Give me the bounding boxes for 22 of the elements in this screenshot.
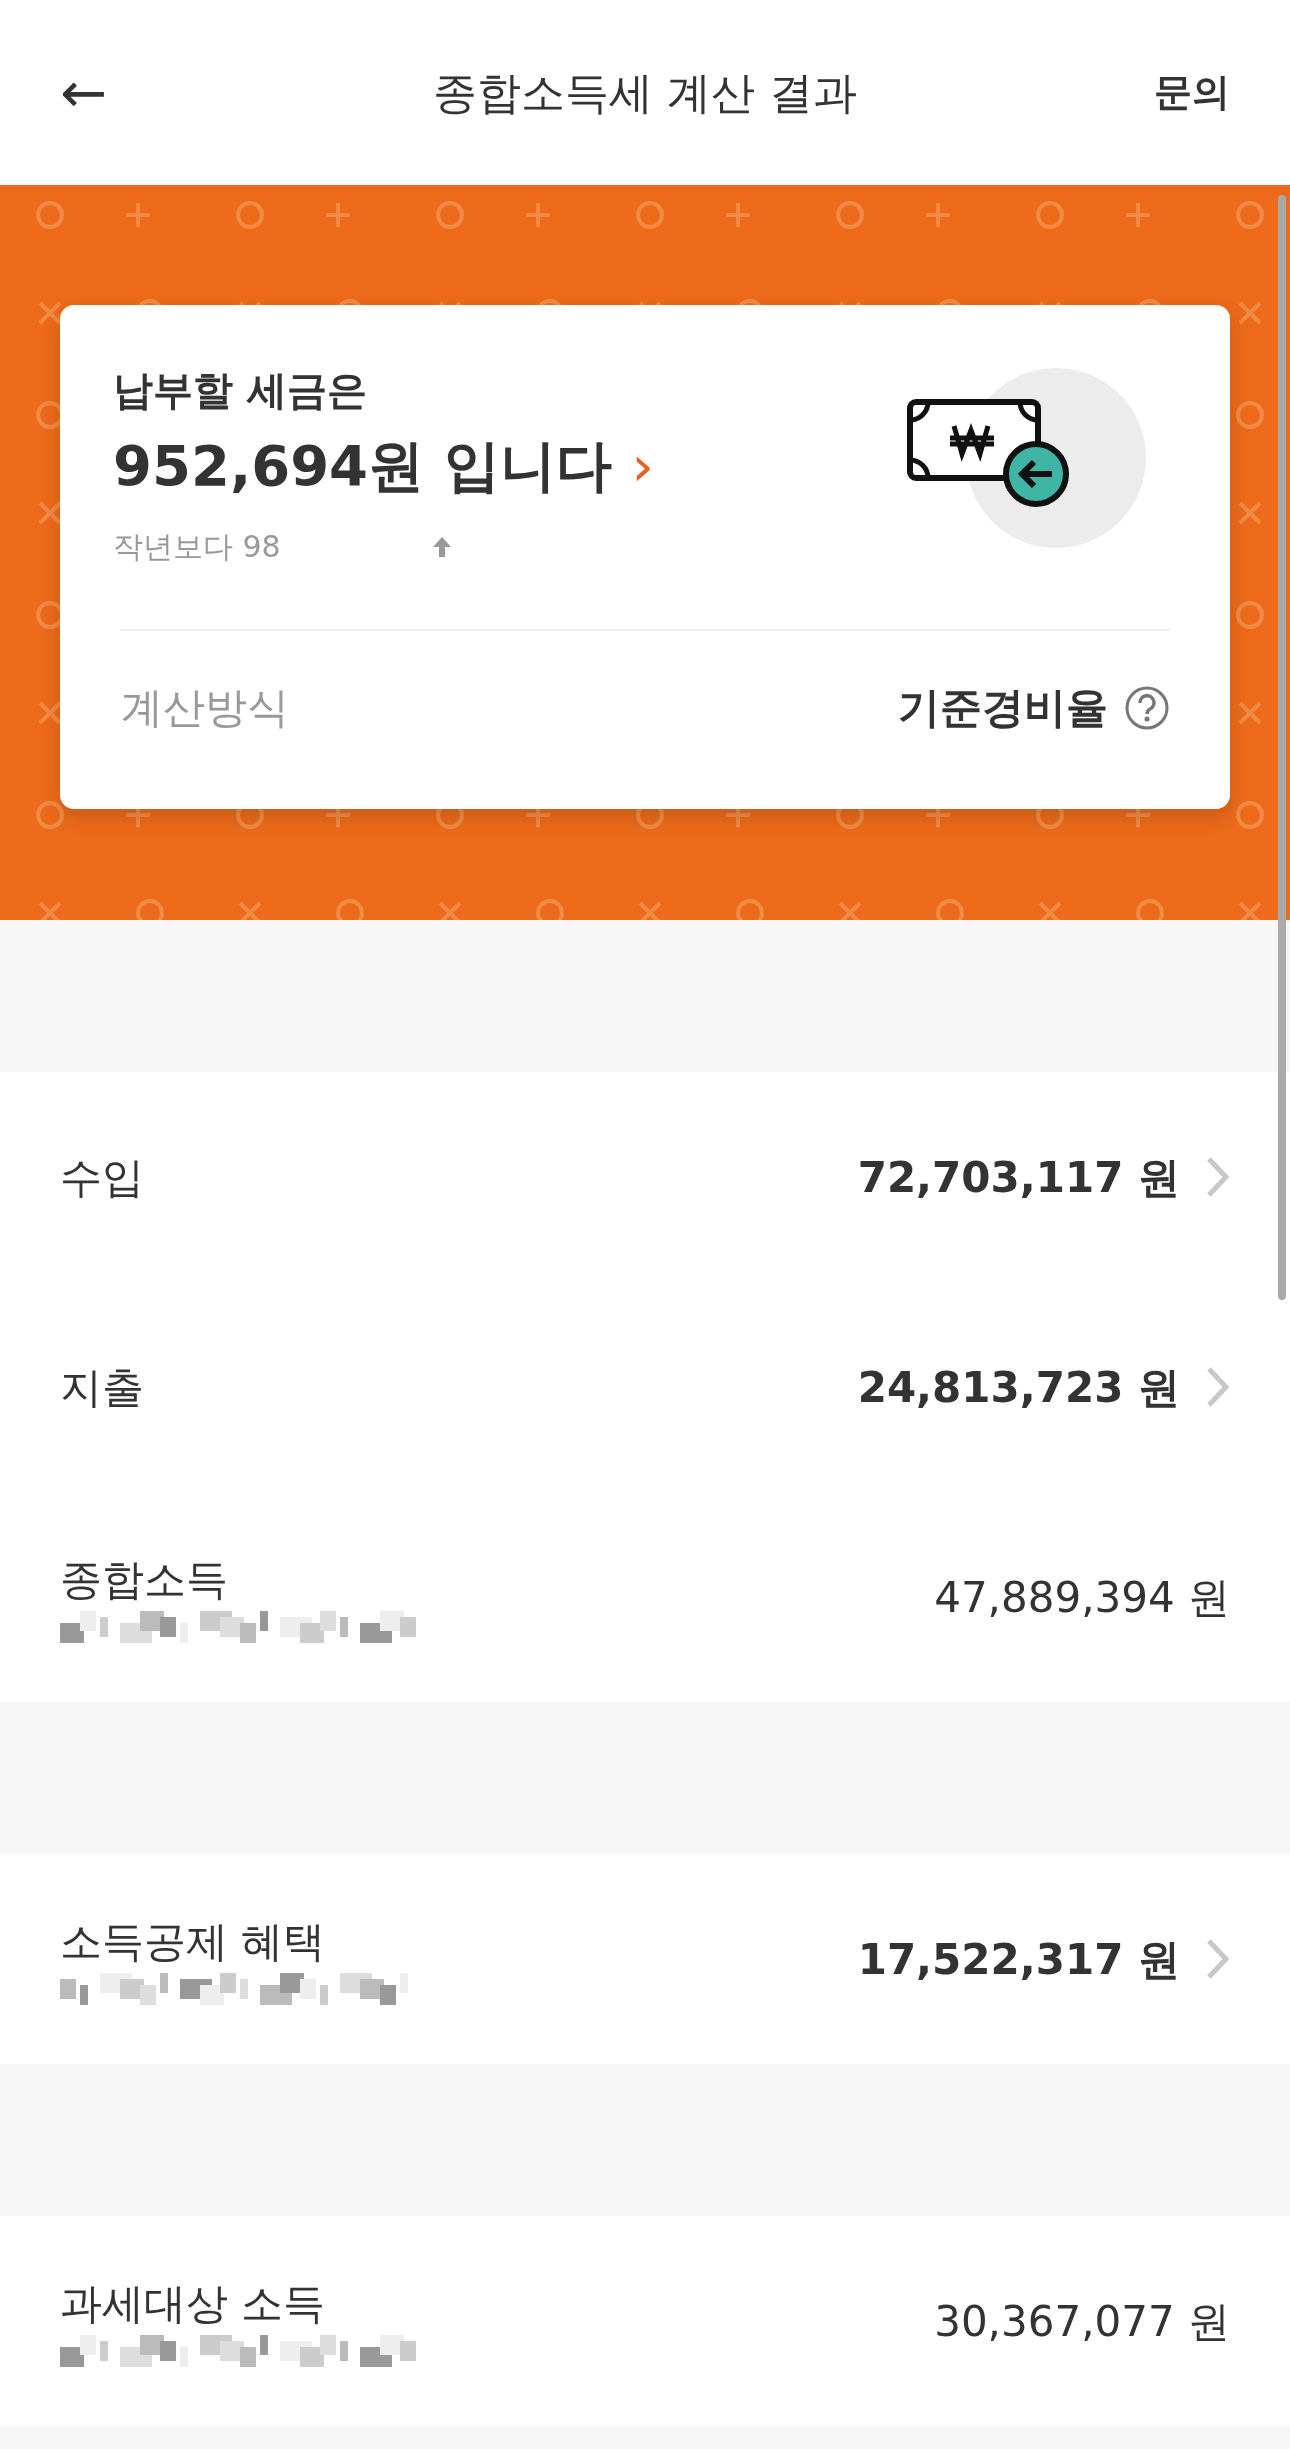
row-amount: 72,703,117 원 [857,1151,1180,1204]
row-amount: 47,889,394 원 [934,1571,1230,1624]
row-label: 수입 [60,1151,144,1204]
tax-amount: 952,694원 입니다 [113,432,612,500]
chevron-right-icon [1206,1366,1230,1408]
back-button[interactable]: ← [60,64,107,121]
row-amount: 17,522,317 원 [857,1933,1180,1986]
row-amount: 30,367,077 원 [934,2295,1230,2348]
chevron-right-icon [1206,1156,1230,1198]
comparison-text: 작년보다 98 [113,528,281,566]
row-label: 종합소득 [60,1553,229,1606]
tax-label: 납부할 세금은 [113,366,368,415]
chevron-right-icon [1206,1938,1230,1980]
page-title: 종합소득세 계산 결과 [433,65,857,120]
row-label: 지출 [60,1361,144,1414]
row-label: 소득공제 혜택 [60,1915,327,1968]
method-value: 기준경비율 [898,682,1108,734]
help-icon[interactable] [1124,684,1170,731]
method-label: 계산방식 [121,682,289,734]
row-amount: 24,813,723 원 [857,1361,1180,1414]
inquiry-button[interactable]: 문의 [1154,64,1230,121]
row-label: 과세대상 소득 [60,2277,327,2330]
